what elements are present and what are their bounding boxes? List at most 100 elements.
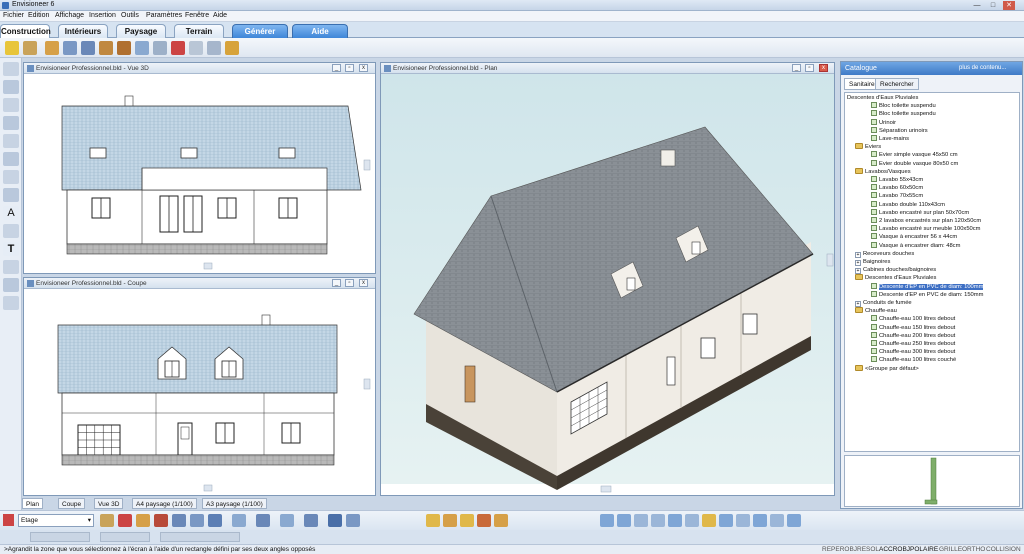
restore-icon[interactable]: ▫ (345, 64, 354, 72)
catalog-item[interactable]: Descente d'EP en PVC de diam: 100mm (871, 282, 984, 291)
text-tool-icon[interactable]: A (3, 206, 19, 220)
rotate-tool-icon[interactable] (3, 278, 19, 292)
window-tool-icon[interactable] (135, 41, 149, 55)
tab-paysage[interactable]: Paysage (116, 24, 166, 38)
catalog-category[interactable]: Chauffe-eau (855, 307, 897, 315)
tool-icon[interactable] (328, 514, 342, 527)
secondary-select[interactable] (100, 532, 150, 542)
catalog-item[interactable]: Chauffe-eau 200 litres debout (871, 331, 955, 340)
catalog-item[interactable]: Evier double vasque 80x50 cm (871, 159, 958, 168)
restore-icon[interactable]: ▫ (345, 279, 354, 287)
cabinet-tool-icon[interactable] (117, 41, 131, 55)
catalog-item[interactable]: Lavabo double 110x43cm (871, 200, 945, 209)
catalog-item[interactable]: Chauffe-eau 250 litres debout (871, 340, 955, 348)
scroll-handle[interactable] (826, 253, 834, 267)
tool-icon[interactable] (208, 514, 222, 527)
panel-vue-3d[interactable]: Envisioneer Professionnel.bld - Vue 3D _… (23, 62, 376, 274)
mode-collision[interactable]: COLLISION (986, 545, 1021, 554)
arc-wall-icon[interactable] (3, 80, 19, 94)
scroll-handle[interactable] (203, 484, 213, 492)
zoom-previous-icon[interactable] (668, 514, 682, 527)
dimension-tool-icon[interactable] (3, 224, 19, 238)
scroll-handle[interactable] (600, 485, 612, 493)
tool-icon[interactable] (280, 514, 294, 527)
view-tool-icon[interactable] (81, 41, 95, 55)
catalog-item[interactable]: 2 lavabos encastrés sur plan 120x50cm (871, 217, 981, 225)
catalog-category[interactable]: + Conduits de fumée (855, 299, 912, 307)
object-icon[interactable] (477, 514, 491, 527)
house-tool-icon[interactable] (45, 41, 59, 55)
trim-tool-icon[interactable] (225, 41, 239, 55)
tool-icon[interactable] (118, 514, 132, 527)
catalog-category[interactable]: + Baignoires (855, 258, 890, 266)
tab-rechercher[interactable]: Rechercher (875, 78, 919, 90)
tab-construction[interactable]: Construction (0, 24, 51, 39)
menu-parametres[interactable]: Paramètres (146, 12, 182, 19)
wall-tool-icon[interactable] (3, 62, 19, 76)
view-icon[interactable] (770, 514, 784, 527)
column-tool-icon[interactable] (3, 170, 19, 184)
menu-aide[interactable]: Aide (213, 12, 227, 19)
tool-icon[interactable] (190, 514, 204, 527)
object-icon[interactable] (494, 514, 508, 527)
orbit-icon[interactable] (719, 514, 733, 527)
catalog-item[interactable]: Bloc toilette suspendu (871, 110, 936, 118)
tab-aide[interactable]: Aide (292, 24, 348, 38)
object-icon[interactable] (460, 514, 474, 527)
mode-reperobj[interactable]: REPEROBJ (822, 545, 857, 554)
catalog-item[interactable]: Chauffe-eau 150 litres debout (871, 323, 955, 332)
zoom-window-icon[interactable] (634, 514, 648, 527)
tool-icon[interactable] (172, 514, 186, 527)
catalog-item[interactable]: Descente d'EP en PVC de diam: 150mm (871, 290, 983, 299)
zoom-in-icon[interactable] (600, 514, 614, 527)
minimize-icon[interactable]: _ (332, 64, 341, 72)
catalog-item[interactable]: Bloc toilette suspendu (871, 102, 936, 110)
catalog-item[interactable]: Urinoir (871, 118, 896, 127)
close-icon[interactable]: x (819, 64, 828, 72)
tool-icon[interactable] (256, 514, 270, 527)
scroll-handle[interactable] (203, 262, 213, 270)
tool-icon[interactable] (154, 514, 168, 527)
menu-affichage[interactable]: Affichage (55, 12, 84, 19)
tab-a4-paysage[interactable]: A4 paysage (1/100) (132, 498, 197, 509)
mode-ortho[interactable]: ORTHO (962, 545, 985, 554)
object-icon[interactable] (426, 514, 440, 527)
tab-a3-paysage[interactable]: A3 paysage (1/100) (202, 498, 267, 509)
roof-tool-icon[interactable] (153, 41, 167, 55)
mode-grille[interactable]: GRILLE (939, 545, 962, 554)
catalog-item[interactable]: Chauffe-eau 100 litres debout (871, 315, 955, 323)
catalog-item[interactable]: Lavabo 70x55cm (871, 192, 923, 200)
scroll-handle[interactable] (363, 159, 371, 171)
rectangle-tool-icon[interactable] (3, 116, 19, 130)
label-tool-icon[interactable]: T (3, 242, 19, 256)
catalog-item[interactable]: Chauffe-eau 300 litres debout (871, 348, 955, 356)
tool-icon[interactable] (346, 514, 360, 527)
catalog-tree[interactable]: Descentes d'Eaux Pluviales Bloc toilette … (844, 92, 1020, 452)
slab-tool-icon[interactable] (3, 188, 19, 202)
mode-resol[interactable]: RESOL (857, 545, 879, 554)
secondary-select[interactable] (160, 532, 240, 542)
catalog-filter[interactable]: plus de contenu... (959, 65, 1006, 71)
catalog-item[interactable]: Lavabo 55x43cm (871, 176, 923, 184)
menu-outils[interactable]: Outils (121, 12, 139, 19)
close-icon[interactable]: x (359, 279, 368, 287)
tool-icon[interactable] (100, 514, 114, 527)
grid-tool-icon[interactable] (3, 134, 19, 148)
catalog-category[interactable]: Lavabos/Vasques (855, 167, 911, 176)
catalog-item[interactable]: Lave-mains (871, 135, 909, 143)
catalog-category[interactable]: Descentes d'Eaux Pluviales (847, 94, 918, 102)
catalog-item[interactable]: Vasque à encastrer diam: 48cm (871, 241, 960, 250)
mode-polaire[interactable]: POLAIRE (910, 545, 938, 554)
railing-tool-icon[interactable] (207, 41, 221, 55)
minimize-icon[interactable]: _ (332, 279, 341, 287)
secondary-select[interactable] (30, 532, 90, 542)
close-icon[interactable]: x (359, 64, 368, 72)
catalog-item[interactable]: Vasque à encastrer 56 x 44cm (871, 233, 957, 241)
panel-vue-3d-header[interactable]: Envisioneer Professionnel.bld - Vue 3D _… (24, 63, 375, 74)
catalog-item[interactable]: Séparation urinoirs (871, 126, 928, 135)
door-tool-icon[interactable] (99, 41, 113, 55)
pan-icon[interactable] (685, 514, 699, 527)
catalog-item[interactable]: Lavabo 60x50cm (871, 184, 923, 192)
minimize-icon[interactable]: _ (792, 64, 801, 72)
catalog-item[interactable]: Evier simple vasque 45x50 cm (871, 151, 958, 159)
